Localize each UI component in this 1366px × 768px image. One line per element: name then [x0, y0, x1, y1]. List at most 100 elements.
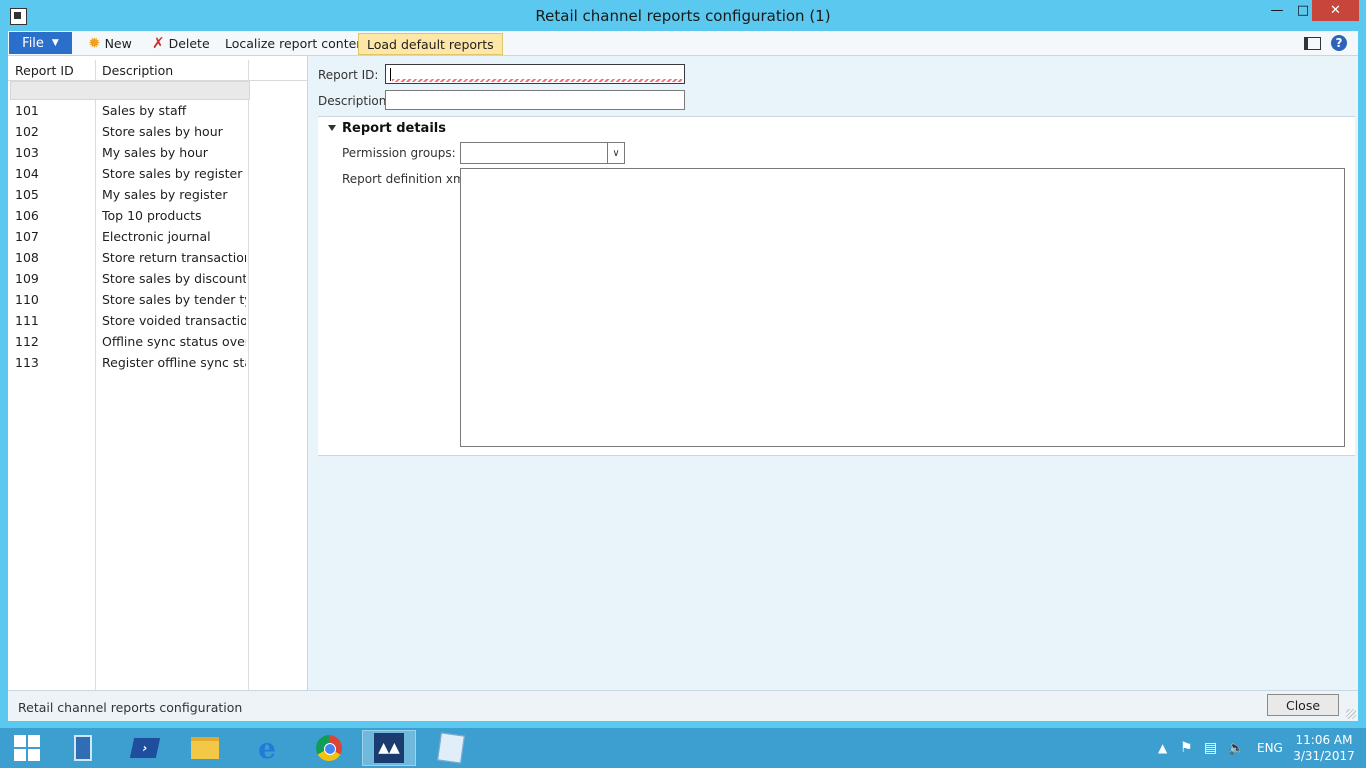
report-id-cell: 101 [15, 103, 39, 118]
window-close-button[interactable]: ✕ [1312, 0, 1359, 21]
taskbar-file-explorer[interactable] [178, 730, 232, 766]
taskbar-notepad[interactable] [424, 730, 478, 766]
taskbar-server-manager[interactable] [56, 730, 110, 766]
status-text: Retail channel reports configuration [18, 700, 243, 715]
report-id-cell: 107 [15, 229, 39, 244]
minimize-icon: — [1270, 3, 1284, 18]
report-definition-xml-label: Report definition xml: [342, 172, 473, 186]
report-id-input[interactable] [385, 64, 685, 84]
resize-grip-icon[interactable] [1346, 709, 1356, 719]
system-clock[interactable]: 11:06 AM 3/31/2017 [1290, 732, 1358, 764]
powershell-icon: › [129, 738, 161, 758]
description-label: Description: [318, 94, 391, 108]
description-cell: Top 10 products [102, 208, 202, 223]
close-icon: ✕ [1330, 3, 1341, 18]
windows-logo-icon [14, 735, 40, 761]
help-icon: ? [1331, 35, 1347, 51]
report-grid: Report ID Description 101 Sales by staff … [8, 56, 308, 690]
description-cell: Electronic journal [102, 229, 211, 244]
file-label: File [22, 35, 44, 51]
notepad-icon [437, 732, 465, 764]
table-row[interactable]: 101 Sales by staff [8, 101, 248, 122]
dynamics-logo-icon: ▲▲ [374, 733, 404, 763]
column-header-report-id[interactable]: Report ID [15, 63, 74, 78]
panel-icon [1303, 36, 1321, 50]
description-cell: Store sales by tender type [102, 292, 246, 307]
table-row[interactable]: 104 Store sales by register [8, 164, 248, 185]
description-input[interactable] [385, 90, 685, 110]
new-label: New [104, 35, 132, 51]
description-cell: Store sales by discount [102, 271, 246, 286]
taskbar-chrome[interactable] [302, 730, 356, 766]
section-title[interactable]: Report details [342, 121, 446, 136]
table-row[interactable]: 111 Store voided transactions [8, 311, 248, 332]
maximize-icon: □ [1296, 3, 1310, 18]
load-label: Load default reports [367, 36, 494, 52]
internet-explorer-icon: e [258, 731, 276, 765]
description-cell: Store return transactions [102, 250, 246, 265]
title-bar: Retail channel reports configuration (1)… [0, 0, 1366, 31]
network-icon[interactable]: ▤ [1204, 728, 1217, 768]
report-id-cell: 109 [15, 271, 39, 286]
report-definition-xml-textarea[interactable] [460, 168, 1345, 447]
table-row[interactable]: 110 Store sales by tender type [8, 290, 248, 311]
delete-label: Delete [168, 35, 210, 51]
new-sun-icon: ✹ [88, 34, 101, 52]
details-panel: Report ID: Description: Report details P… [308, 56, 1358, 690]
description-cell: Store voided transactions [102, 313, 246, 328]
table-row[interactable]: 113 Register offline sync status [8, 353, 248, 374]
report-id-cell: 111 [15, 313, 39, 328]
report-details-section: Report details Permission groups: ∨ Repo… [318, 116, 1355, 456]
column-divider [248, 60, 249, 690]
report-id-cell: 106 [15, 208, 39, 223]
delete-x-icon: ✗ [152, 34, 165, 52]
description-cell: Store sales by hour [102, 124, 223, 139]
chevron-down-icon[interactable]: ∨ [607, 143, 624, 163]
report-id-cell: 113 [15, 355, 39, 370]
panel-toggle-button[interactable] [1303, 34, 1321, 52]
permission-groups-dropdown[interactable]: ∨ [460, 142, 625, 164]
table-row[interactable]: 106 Top 10 products [8, 206, 248, 227]
localize-label: Localize report content [225, 35, 370, 51]
description-cell: My sales by register [102, 187, 228, 202]
collapse-triangle-icon[interactable] [328, 125, 336, 131]
new-button[interactable]: ✹ New [88, 33, 132, 53]
table-row[interactable]: 108 Store return transactions [8, 248, 248, 269]
validation-squiggle [392, 79, 682, 82]
window-title: Retail channel reports configuration (1) [535, 7, 831, 25]
column-header-description[interactable]: Description [102, 63, 173, 78]
description-cell: Offline sync status overvi... [102, 334, 246, 349]
action-center-flag-icon[interactable]: ⚑ [1180, 728, 1193, 768]
load-default-reports-button[interactable]: Load default reports [358, 33, 503, 55]
clock-date: 3/31/2017 [1293, 749, 1355, 763]
start-button[interactable] [0, 730, 54, 766]
chevron-up-icon: ▲ [1158, 741, 1168, 755]
table-row[interactable]: 105 My sales by register [8, 185, 248, 206]
grid-filter-row[interactable] [10, 81, 250, 100]
folder-icon [191, 737, 219, 759]
table-row[interactable]: 107 Electronic journal [8, 227, 248, 248]
taskbar-internet-explorer[interactable]: e [240, 730, 294, 766]
delete-button[interactable]: ✗ Delete [152, 33, 210, 53]
chrome-icon [316, 735, 342, 761]
help-button[interactable]: ? [1330, 34, 1348, 52]
clock-time: 11:06 AM [1295, 733, 1353, 747]
table-row[interactable]: 103 My sales by hour [8, 143, 248, 164]
report-id-cell: 103 [15, 145, 39, 160]
taskbar-powershell[interactable]: › [118, 730, 172, 766]
file-menu-button[interactable]: File ▼ [9, 32, 72, 54]
volume-muted-icon[interactable]: 🔈 [1228, 728, 1244, 768]
tray-show-hidden-button[interactable]: ▲ [1158, 728, 1167, 768]
taskbar-dynamics-ax[interactable]: ▲▲ [362, 730, 416, 766]
close-button[interactable]: Close [1267, 694, 1339, 716]
table-row[interactable]: 109 Store sales by discount [8, 269, 248, 290]
table-row[interactable]: 112 Offline sync status overvi... [8, 332, 248, 353]
table-row[interactable]: 102 Store sales by hour [8, 122, 248, 143]
report-id-cell: 112 [15, 334, 39, 349]
description-cell: Sales by staff [102, 103, 187, 118]
report-id-cell: 104 [15, 166, 39, 181]
language-indicator[interactable]: ENG [1257, 728, 1283, 768]
localize-report-button[interactable]: Localize report content [225, 33, 369, 53]
description-cell: My sales by hour [102, 145, 208, 160]
permission-groups-label: Permission groups: [342, 146, 456, 160]
